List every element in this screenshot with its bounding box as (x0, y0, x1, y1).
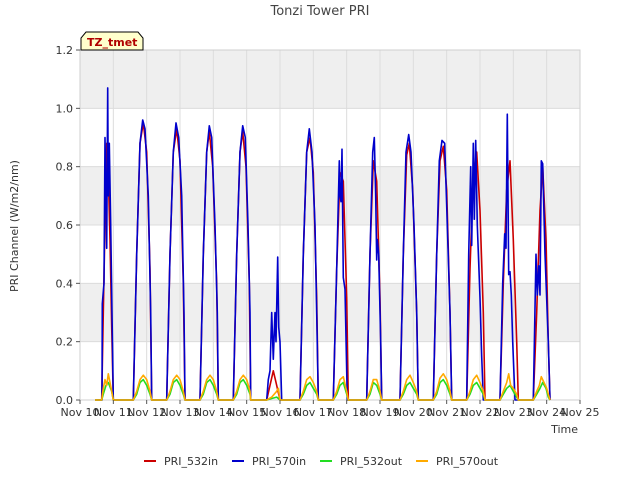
x-axis-ticks: Nov 10Nov 11Nov 12Nov 13Nov 14Nov 15Nov … (61, 400, 600, 419)
y-tick-label: 0.6 (56, 219, 74, 232)
legend-item-pri-570in: PRI_570in (232, 455, 306, 468)
y-tick-label: 0.8 (56, 161, 74, 174)
y-axis-label: PRI Channel (W/m2/nm) (8, 160, 21, 292)
legend-item-pri-570out: PRI_570out (416, 455, 499, 468)
y-tick-label: 1.0 (56, 102, 74, 115)
x-axis-label: Time (550, 423, 578, 436)
legend-item-pri-532in: PRI_532in (144, 455, 218, 468)
legend: PRI_532in PRI_570in PRI_532out PRI_570out (144, 455, 499, 468)
legend-label: PRI_532in (164, 455, 218, 468)
y-axis-ticks: 0.00.20.40.60.81.01.2 (56, 44, 80, 407)
y-tick-label: 0.4 (56, 277, 74, 290)
site-badge: TZ_tmet (80, 31, 144, 51)
legend-label: PRI_570out (436, 455, 499, 468)
plot-band (80, 50, 580, 109)
plot-band (80, 108, 580, 167)
y-tick-label: 0.2 (56, 336, 74, 349)
chart-title: Tonzi Tower PRI (270, 4, 370, 19)
chart: Tonzi Tower PRI 0.00.20.40.60.81.01.2 No… (8, 4, 600, 468)
legend-label: PRI_570in (252, 455, 306, 468)
y-tick-label: 1.2 (56, 44, 74, 57)
plot-band (80, 283, 580, 342)
x-tick-label: Nov 25 (561, 406, 600, 419)
legend-item-pri-532out: PRI_532out (320, 455, 403, 468)
legend-label: PRI_532out (340, 455, 403, 468)
site-badge-label: TZ_tmet (87, 36, 137, 49)
